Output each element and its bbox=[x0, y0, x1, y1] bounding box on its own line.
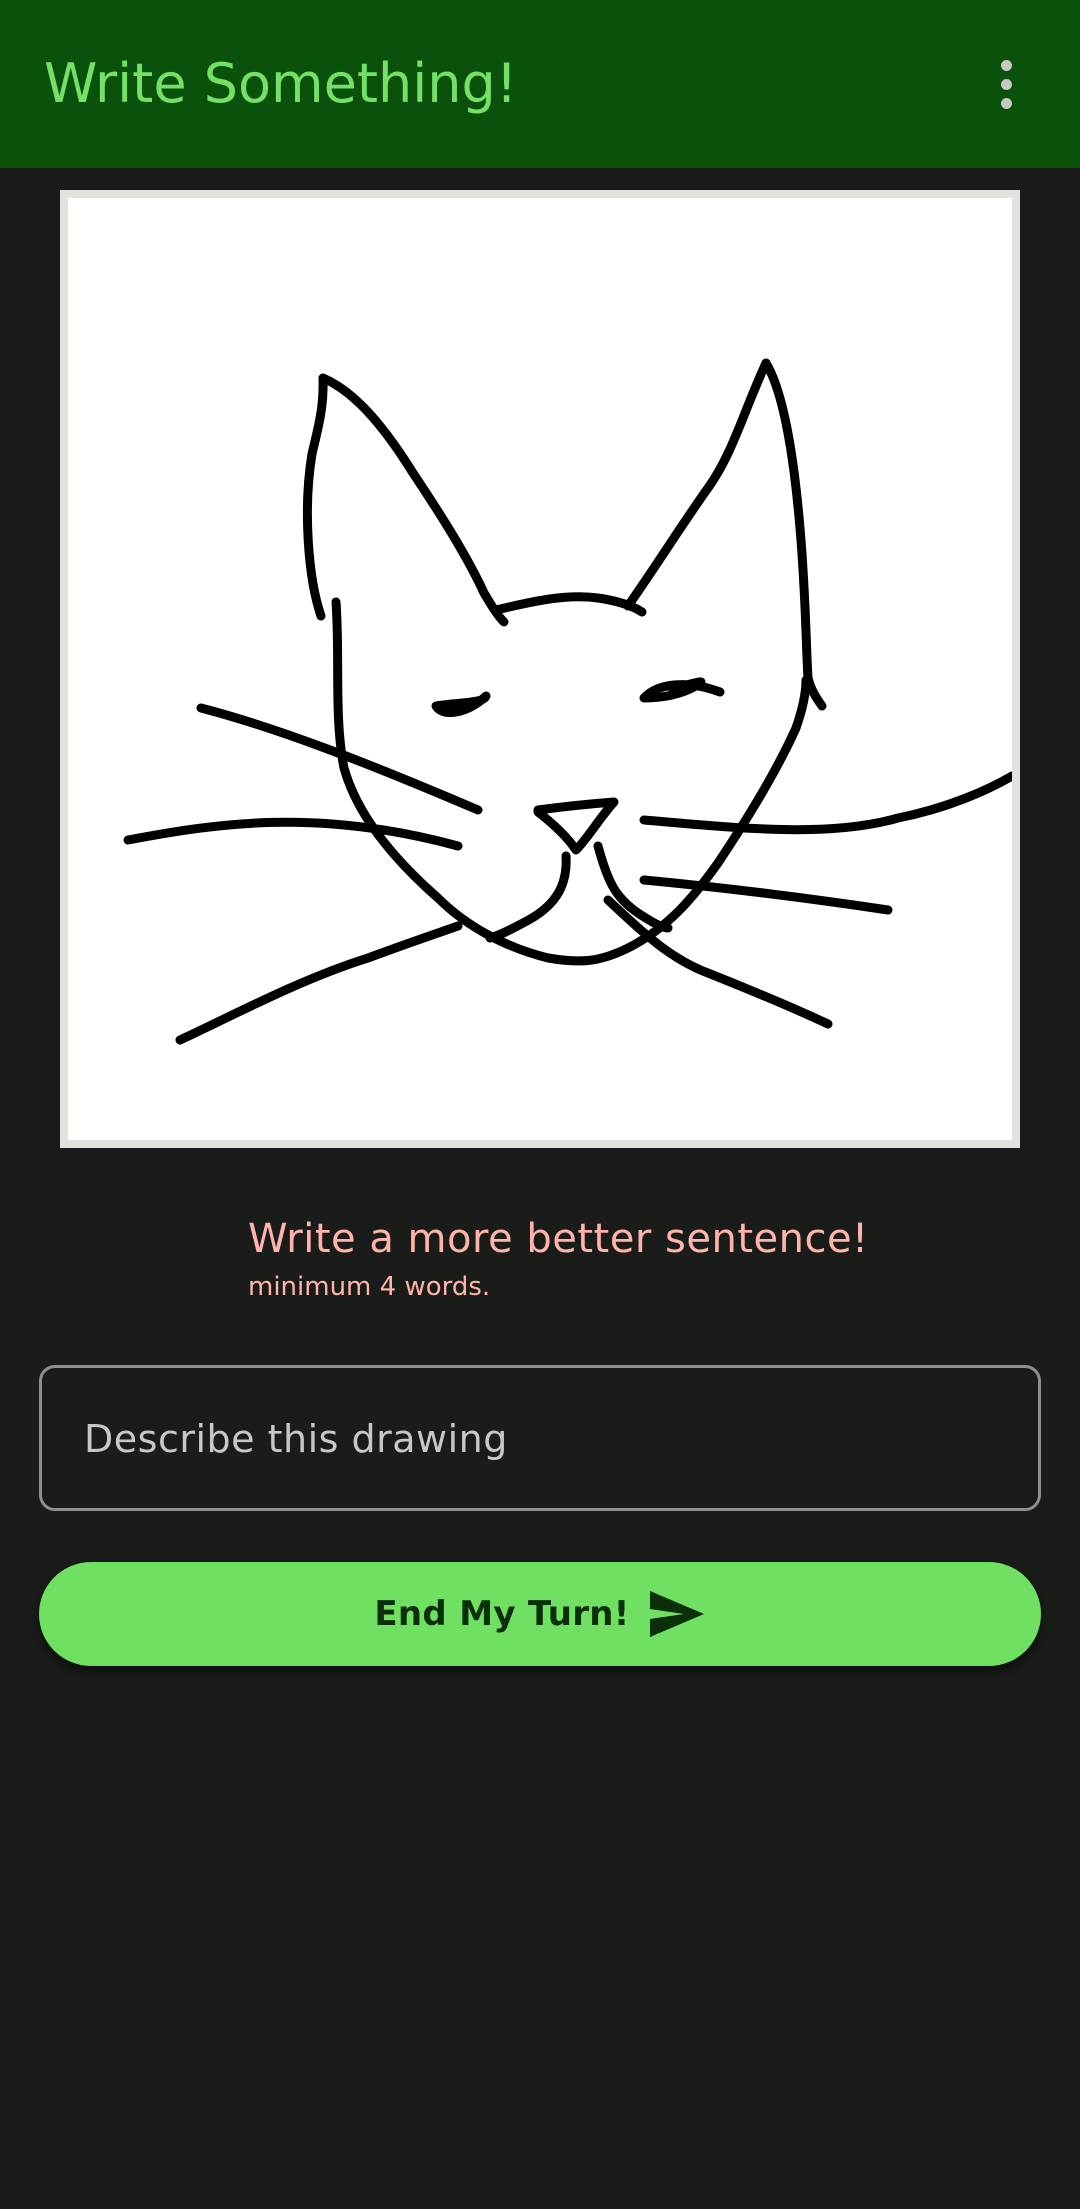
menu-dot bbox=[1000, 59, 1012, 71]
description-field[interactable] bbox=[39, 1365, 1041, 1511]
menu-dot bbox=[1000, 78, 1012, 90]
stroke-head-top bbox=[491, 592, 647, 617]
stroke-right-eye bbox=[639, 677, 725, 703]
end-turn-button[interactable]: End My Turn! bbox=[39, 1562, 1041, 1666]
send-icon bbox=[649, 1591, 704, 1637]
stroke-mouth-right bbox=[593, 841, 673, 933]
app-bar: Write Something! bbox=[0, 0, 1080, 168]
hint-subtitle: minimum 4 words. bbox=[248, 1272, 491, 1302]
hint-title: Write a more better sentence! bbox=[248, 1216, 869, 1262]
stroke-left-ear bbox=[302, 373, 509, 627]
drawing-frame bbox=[60, 190, 1020, 1148]
stroke-right-ear bbox=[623, 358, 827, 711]
stroke-mouth-left bbox=[485, 851, 571, 943]
end-turn-label: End My Turn! bbox=[374, 1594, 630, 1634]
cat-drawing bbox=[123, 358, 1012, 1045]
description-input[interactable] bbox=[82, 1368, 1006, 1510]
stroke-whisker-left-2 bbox=[123, 817, 463, 851]
drawing-canvas bbox=[68, 198, 1012, 1140]
menu-dot bbox=[1000, 97, 1012, 109]
stroke-nose bbox=[533, 797, 619, 855]
stroke-whisker-right-1 bbox=[639, 771, 1012, 835]
app-title: Write Something! bbox=[44, 52, 518, 115]
stroke-whisker-left-3 bbox=[175, 921, 463, 1045]
more-vert-icon[interactable] bbox=[976, 54, 1036, 114]
stroke-left-eye bbox=[431, 691, 491, 718]
